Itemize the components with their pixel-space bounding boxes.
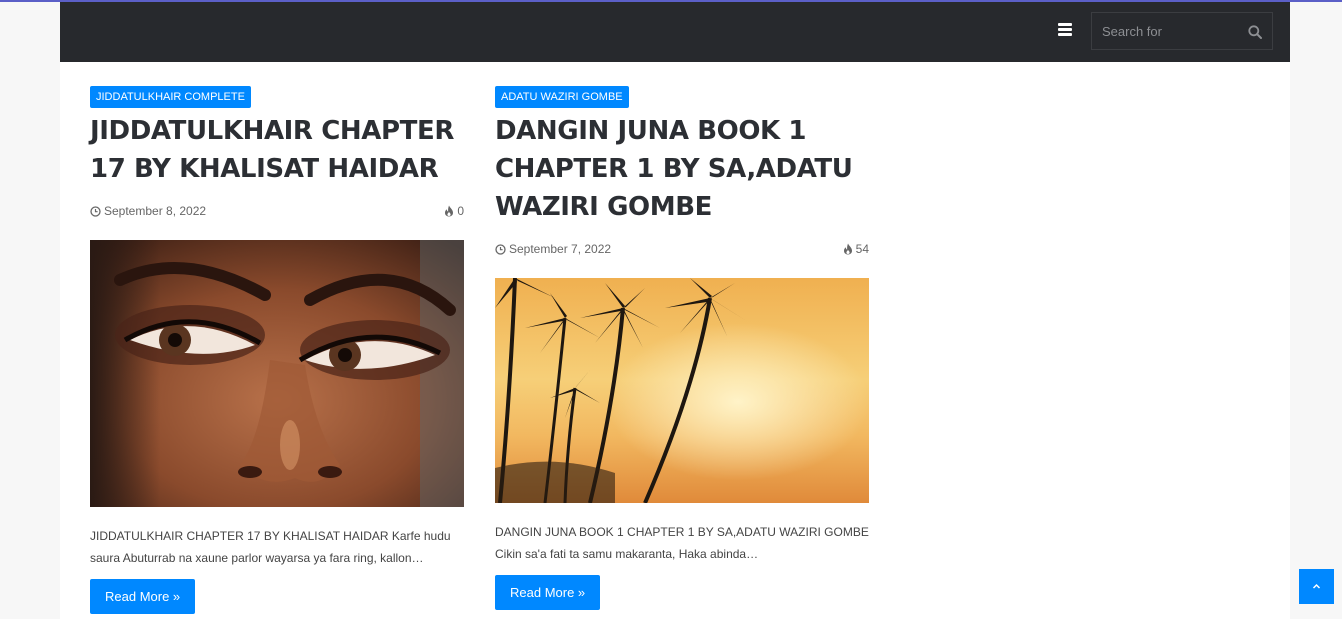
- hamburger-menu-icon[interactable]: [1058, 23, 1073, 39]
- post-meta: September 8, 2022 0: [90, 202, 464, 222]
- clock-icon: [90, 205, 101, 217]
- post-views-count: 0: [457, 204, 464, 218]
- category-badge[interactable]: JIDDATULKHAIR COMPLETE: [90, 86, 251, 108]
- search-form: [1091, 12, 1273, 50]
- post-views-count: 54: [855, 242, 869, 256]
- fire-icon: [843, 243, 852, 255]
- read-more-button[interactable]: Read More »: [90, 579, 196, 614]
- post-thumbnail-image[interactable]: [90, 240, 464, 507]
- post-date-text: September 8, 2022: [104, 204, 207, 218]
- posts-container: JIDDATULKHAIR COMPLETE JIDDATULKHAIR CHA…: [60, 62, 1290, 619]
- clock-icon: [495, 243, 506, 255]
- search-input[interactable]: [1092, 13, 1247, 49]
- post-card: ADATU WAZIRI GOMBE DANGIN JUNA BOOK 1 CH…: [495, 86, 869, 610]
- post-views: 0: [444, 204, 464, 218]
- post-date-text: September 7, 2022: [509, 242, 612, 256]
- back-to-top-button[interactable]: [1299, 569, 1334, 604]
- post-thumbnail-image[interactable]: [495, 278, 869, 503]
- post-title[interactable]: DANGIN JUNA BOOK 1 CHAPTER 1 BY SA,ADATU…: [495, 112, 869, 226]
- post-title[interactable]: JIDDATULKHAIR CHAPTER 17 BY KHALISAT HAI…: [90, 112, 464, 188]
- read-more-button[interactable]: Read More »: [495, 575, 601, 610]
- post-excerpt: DANGIN JUNA BOOK 1 CHAPTER 1 BY SA,ADATU…: [495, 525, 869, 561]
- post-date: September 7, 2022: [495, 242, 611, 256]
- post-date: September 8, 2022: [90, 204, 206, 218]
- search-icon[interactable]: [1248, 25, 1262, 39]
- post-meta: September 7, 2022 54: [495, 240, 869, 260]
- main-nav-bar: [60, 2, 1290, 62]
- fire-icon: [445, 205, 454, 217]
- post-views: 54: [843, 242, 869, 256]
- post-excerpt: JIDDATULKHAIR CHAPTER 17 BY KHALISAT HAI…: [90, 529, 451, 565]
- category-badge[interactable]: ADATU WAZIRI GOMBE: [495, 86, 629, 108]
- post-card: JIDDATULKHAIR COMPLETE JIDDATULKHAIR CHA…: [90, 86, 464, 614]
- chevron-up-icon: [1312, 583, 1321, 589]
